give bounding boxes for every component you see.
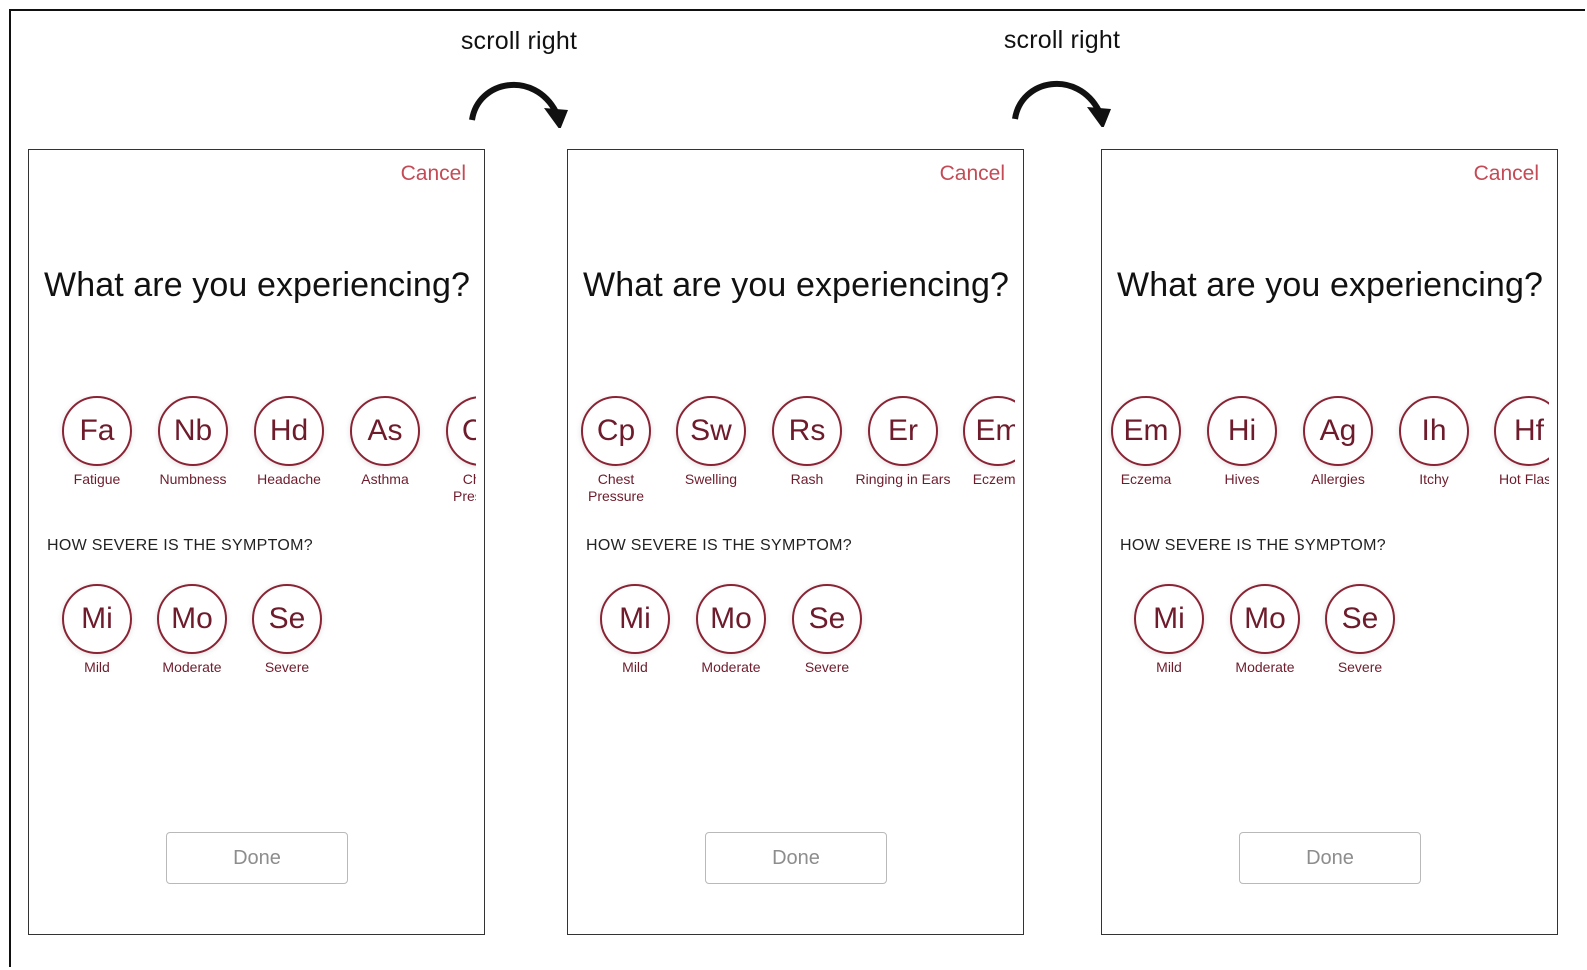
- severity-question: HOW SEVERE IS THE SYMPTOM?: [47, 537, 313, 554]
- symptom-circle: Rs: [772, 396, 842, 466]
- symptom-chip-numbness[interactable]: Nb Numbness: [145, 396, 241, 488]
- symptom-chip-ringing-in-ears[interactable]: Er Ringing in Ears: [855, 396, 951, 488]
- curved-arrow-icon: [1012, 80, 1111, 127]
- severity-chip-severe[interactable]: Se Severe: [779, 584, 875, 676]
- symptom-circle: Ag: [1303, 396, 1373, 466]
- severity-options: Mi Mild Mo Moderate Se Severe: [568, 584, 1023, 684]
- symptom-circle: As: [350, 396, 420, 466]
- severity-circle: Mi: [1134, 584, 1204, 654]
- symptom-label: Allergies: [1311, 471, 1365, 487]
- annotation-label: scroll right: [1003, 26, 1121, 54]
- symptom-circle: Nb: [158, 396, 228, 466]
- severity-circle: Se: [1325, 584, 1395, 654]
- severity-options: Mi Mild Mo Moderate Se Severe: [1102, 584, 1557, 684]
- severity-circle: Mi: [600, 584, 670, 654]
- severity-label: Moderate: [701, 659, 761, 675]
- curved-arrow-icon: [469, 81, 568, 128]
- symptom-screen-1: Cancel What are you experiencing? Fa Fat…: [28, 149, 485, 935]
- symptom-carousel[interactable]: Em Eczema Hi Hives Ag Allergies Ih Itchy…: [1102, 396, 1549, 526]
- symptom-chip-eczema[interactable]: Em Eczema: [1102, 396, 1194, 488]
- symptom-label: Rash: [790, 471, 824, 487]
- symptom-label: Eczema: [1120, 471, 1172, 487]
- symptom-label: Ringing in Ears: [855, 471, 951, 487]
- severity-circle: Mi: [62, 584, 132, 654]
- symptom-circle: Sw: [676, 396, 746, 466]
- cancel-button[interactable]: Cancel: [401, 162, 466, 186]
- symptom-chip-chest-pressure[interactable]: Cp Chest Pressure: [433, 396, 476, 505]
- severity-label: Severe: [264, 659, 310, 675]
- symptom-label: Chest Pressure: [452, 471, 476, 504]
- severity-label: Mild: [622, 659, 648, 675]
- page-title: What are you experiencing?: [44, 266, 470, 304]
- symptom-label: Hives: [1224, 471, 1260, 487]
- symptom-circle: Fa: [62, 396, 132, 466]
- symptom-screen-2: Cancel What are you experiencing? Cp Che…: [567, 149, 1024, 935]
- annotation-label: scroll right: [460, 27, 578, 55]
- severity-label: Severe: [804, 659, 850, 675]
- symptom-chip-hot-flash[interactable]: Hf Hot Flash: [1481, 396, 1549, 488]
- done-button[interactable]: Done: [705, 832, 887, 884]
- cancel-button[interactable]: Cancel: [1474, 162, 1539, 186]
- symptom-label: Asthma: [361, 471, 409, 487]
- symptom-chip-swelling[interactable]: Sw Swelling: [663, 396, 759, 488]
- symptom-chip-allergies[interactable]: Ag Allergies: [1290, 396, 1386, 488]
- done-button[interactable]: Done: [1239, 832, 1421, 884]
- symptom-chip-hives[interactable]: Hi Hives: [1194, 396, 1290, 488]
- done-button[interactable]: Done: [166, 832, 348, 884]
- severity-question: HOW SEVERE IS THE SYMPTOM?: [1120, 537, 1386, 554]
- symptom-circle: Hd: [254, 396, 324, 466]
- severity-chip-moderate[interactable]: Mo Moderate: [683, 584, 779, 676]
- symptom-label: Chest Pressure: [587, 471, 645, 504]
- symptom-label: Eczema: [972, 471, 1015, 487]
- symptom-circle: Hi: [1207, 396, 1277, 466]
- symptom-circle: Em: [963, 396, 1015, 466]
- symptom-circle: Cp: [581, 396, 651, 466]
- symptom-carousel[interactable]: Cp Chest Pressure Sw Swelling Rs Rash Er…: [568, 396, 1015, 526]
- symptom-chip-fatigue[interactable]: Fa Fatigue: [49, 396, 145, 488]
- severity-chip-moderate[interactable]: Mo Moderate: [144, 584, 240, 676]
- cancel-button[interactable]: Cancel: [940, 162, 1005, 186]
- page-title: What are you experiencing?: [583, 266, 1009, 304]
- severity-chip-mild[interactable]: Mi Mild: [49, 584, 145, 676]
- symptom-label: Fatigue: [73, 471, 121, 487]
- symptom-label: Numbness: [159, 471, 227, 487]
- symptom-chip-eczema[interactable]: Em Eczema: [950, 396, 1015, 488]
- symptom-chip-headache[interactable]: Hd Headache: [241, 396, 337, 488]
- severity-label: Mild: [84, 659, 110, 675]
- symptom-chip-asthma[interactable]: As Asthma: [337, 396, 433, 488]
- scroll-right-annotation: scroll right: [972, 26, 1152, 127]
- symptom-label: Hot Flash: [1499, 471, 1549, 487]
- symptom-circle: Er: [868, 396, 938, 466]
- severity-chip-severe[interactable]: Se Severe: [239, 584, 335, 676]
- severity-label: Severe: [1337, 659, 1383, 675]
- severity-chip-mild[interactable]: Mi Mild: [1121, 584, 1217, 676]
- severity-circle: Se: [792, 584, 862, 654]
- severity-chip-severe[interactable]: Se Severe: [1312, 584, 1408, 676]
- severity-question: HOW SEVERE IS THE SYMPTOM?: [586, 537, 852, 554]
- severity-options: Mi Mild Mo Moderate Se Severe: [29, 584, 484, 684]
- symptom-chip-rash[interactable]: Rs Rash: [759, 396, 855, 488]
- scroll-right-annotation: scroll right: [429, 27, 609, 128]
- severity-chip-moderate[interactable]: Mo Moderate: [1217, 584, 1313, 676]
- severity-circle: Se: [252, 584, 322, 654]
- symptom-chip-itchy[interactable]: Ih Itchy: [1386, 396, 1482, 488]
- severity-label: Moderate: [162, 659, 222, 675]
- severity-label: Mild: [1156, 659, 1182, 675]
- symptom-label: Swelling: [684, 471, 738, 487]
- symptom-circle: Em: [1111, 396, 1181, 466]
- symptom-circle: Cp: [446, 396, 476, 466]
- symptom-chip-chest-pressure[interactable]: Cp Chest Pressure: [568, 396, 664, 505]
- page-title: What are you experiencing?: [1117, 266, 1543, 304]
- symptom-label: Itchy: [1419, 471, 1449, 487]
- symptom-circle: Hf: [1494, 396, 1549, 466]
- severity-circle: Mo: [157, 584, 227, 654]
- symptom-label: Headache: [257, 471, 321, 487]
- severity-circle: Mo: [1230, 584, 1300, 654]
- symptom-circle: Ih: [1399, 396, 1469, 466]
- symptom-carousel[interactable]: Fa Fatigue Nb Numbness Hd Headache As As…: [29, 396, 476, 526]
- symptom-screen-3: Cancel What are you experiencing? Em Ecz…: [1101, 149, 1558, 935]
- severity-circle: Mo: [696, 584, 766, 654]
- severity-label: Moderate: [1235, 659, 1295, 675]
- severity-chip-mild[interactable]: Mi Mild: [587, 584, 683, 676]
